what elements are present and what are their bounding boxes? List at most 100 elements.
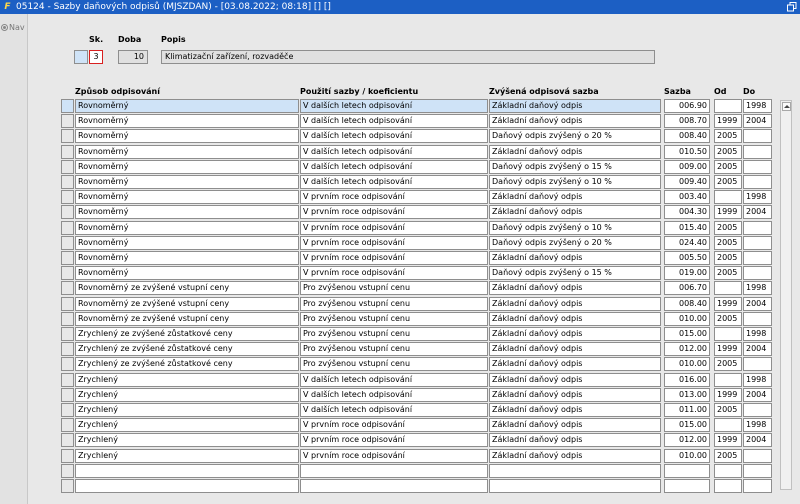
cell-zpusob[interactable]: Zrychlený xyxy=(75,448,299,463)
cell-do[interactable]: 2004 xyxy=(743,205,772,220)
cell-sazba[interactable]: 008.40 xyxy=(664,296,710,311)
cell-sazba[interactable]: 012.00 xyxy=(664,342,710,357)
cell-do[interactable] xyxy=(743,144,772,159)
cell-zpusob[interactable]: Rovnoměrný xyxy=(75,251,299,265)
cell-pouziti[interactable] xyxy=(300,479,488,493)
cell-zvysena[interactable]: Základní daňový odpis xyxy=(489,296,661,311)
row-indicator[interactable] xyxy=(61,463,74,478)
cell-pouziti[interactable] xyxy=(300,463,488,478)
cell-sazba[interactable]: 003.40 xyxy=(664,190,710,205)
cell-do[interactable] xyxy=(743,129,772,144)
cell-od[interactable] xyxy=(714,418,742,433)
cell-do[interactable]: 1998 xyxy=(743,190,772,205)
cell-do[interactable] xyxy=(743,463,772,478)
cell-pouziti[interactable]: Pro zvýšenou vstupní cenu xyxy=(300,357,488,372)
nav-button[interactable]: Nav xyxy=(1,23,25,32)
cell-sazba[interactable]: 015.00 xyxy=(664,327,710,341)
table-row[interactable]: Rovnoměrný ze zvýšené vstupní ceny Pro zv… xyxy=(28,311,778,327)
row-indicator[interactable] xyxy=(61,129,74,144)
cell-od[interactable]: 2005 xyxy=(714,357,742,372)
table-row[interactable]: Zrychlený ze zvýšené zůstatkové ceny Pro … xyxy=(28,357,778,372)
cell-pouziti[interactable]: V dalších letech odpisování xyxy=(300,129,488,144)
cell-zvysena[interactable]: Daňový odpis zvýšený o 15 % xyxy=(489,159,661,174)
table-row[interactable]: Rovnoměrný V dalších letech odpisování Daň… xyxy=(28,159,778,175)
cell-do[interactable] xyxy=(743,251,772,265)
cell-od[interactable]: 2005 xyxy=(714,144,742,159)
cell-zvysena[interactable]: Základní daňový odpis xyxy=(489,190,661,205)
cell-pouziti[interactable]: V prvním roce odpisování xyxy=(300,266,488,281)
table-row[interactable]: Rovnoměrný ze zvýšené vstupní ceny Pro zv… xyxy=(28,281,778,296)
row-indicator[interactable] xyxy=(61,144,74,159)
cell-od[interactable] xyxy=(714,479,742,493)
cell-pouziti[interactable]: V dalších letech odpisování xyxy=(300,144,488,159)
row-indicator[interactable] xyxy=(61,372,74,387)
cell-od[interactable]: 2005 xyxy=(714,175,742,189)
cell-zvysena[interactable]: Základní daňový odpis xyxy=(489,448,661,463)
cell-zvysena[interactable]: Základní daňový odpis xyxy=(489,251,661,265)
row-indicator[interactable] xyxy=(61,159,74,174)
cell-od[interactable]: 1999 xyxy=(714,205,742,220)
row-indicator[interactable] xyxy=(61,342,74,357)
cell-sazba[interactable]: 006.70 xyxy=(664,281,710,296)
cell-zpusob[interactable]: Zrychlený xyxy=(75,372,299,387)
cell-od[interactable] xyxy=(714,327,742,341)
table-row[interactable]: Rovnoměrný V prvním roce odpisování Daňový… xyxy=(28,220,778,236)
cell-pouziti[interactable]: V dalších letech odpisování xyxy=(300,372,488,387)
table-row[interactable]: Rovnoměrný V dalších letech odpisování Zák… xyxy=(28,99,778,114)
cell-do[interactable] xyxy=(743,448,772,463)
cell-zvysena[interactable]: Základní daňový odpis xyxy=(489,144,661,159)
table-row[interactable]: Zrychlený V dalších letech odpisování Zákl… xyxy=(28,387,778,403)
table-row[interactable]: Zrychlený V dalších letech odpisování Zákl… xyxy=(28,403,778,418)
cell-pouziti[interactable]: V dalších letech odpisování xyxy=(300,387,488,402)
row-indicator[interactable] xyxy=(61,281,74,296)
row-indicator[interactable] xyxy=(61,175,74,189)
table-row[interactable]: Rovnoměrný V dalších letech odpisování Daň… xyxy=(28,175,778,190)
cell-sazba[interactable]: 013.00 xyxy=(664,387,710,402)
header-row-indicator[interactable] xyxy=(74,50,88,64)
cell-zvysena[interactable]: Základní daňový odpis xyxy=(489,433,661,448)
cell-sazba[interactable]: 024.40 xyxy=(664,235,710,250)
cell-zvysena[interactable]: Základní daňový odpis xyxy=(489,327,661,341)
cell-zvysena[interactable]: Základní daňový odpis xyxy=(489,281,661,296)
cell-zpusob[interactable] xyxy=(75,463,299,478)
cell-do[interactable]: 2004 xyxy=(743,387,772,402)
cell-do[interactable] xyxy=(743,479,772,493)
cell-zpusob[interactable]: Zrychlený xyxy=(75,387,299,402)
cell-sazba[interactable]: 010.00 xyxy=(664,448,710,463)
cell-do[interactable]: 2004 xyxy=(743,114,772,129)
row-indicator[interactable] xyxy=(61,205,74,220)
cell-sazba[interactable]: 009.00 xyxy=(664,159,710,174)
table-row[interactable]: Zrychlený ze zvýšené zůstatkové ceny Pro … xyxy=(28,342,778,357)
cell-do[interactable] xyxy=(743,175,772,189)
row-indicator[interactable] xyxy=(61,296,74,311)
row-indicator[interactable] xyxy=(61,479,74,493)
cell-do[interactable]: 2004 xyxy=(743,342,772,357)
table-row[interactable]: Zrychlený V prvním roce odpisování Základn… xyxy=(28,433,778,448)
cell-do[interactable]: 1998 xyxy=(743,327,772,341)
table-row[interactable]: Rovnoměrný V prvním roce odpisování Základ… xyxy=(28,205,778,220)
row-indicator[interactable] xyxy=(61,235,74,250)
row-indicator[interactable] xyxy=(61,448,74,463)
cell-do[interactable]: 2004 xyxy=(743,433,772,448)
table-row[interactable]: Rovnoměrný V dalších letech odpisování Zák… xyxy=(28,114,778,129)
cell-sazba[interactable]: 015.00 xyxy=(664,418,710,433)
cell-od[interactable] xyxy=(714,190,742,205)
cell-pouziti[interactable]: V prvním roce odpisování xyxy=(300,190,488,205)
cell-od[interactable]: 2005 xyxy=(714,235,742,250)
cell-zpusob[interactable]: Zrychlený ze zvýšené zůstatkové ceny xyxy=(75,357,299,372)
cell-zpusob[interactable]: Rovnoměrný xyxy=(75,235,299,250)
cell-zpusob[interactable]: Rovnoměrný xyxy=(75,144,299,159)
cell-od[interactable] xyxy=(714,99,742,113)
cell-zvysena[interactable]: Základní daňový odpis xyxy=(489,205,661,220)
cell-sazba[interactable]: 010.00 xyxy=(664,311,710,326)
table-row[interactable]: Zrychlený ze zvýšené zůstatkové ceny Pro … xyxy=(28,327,778,342)
cell-od[interactable]: 2005 xyxy=(714,159,742,174)
cell-do[interactable] xyxy=(743,220,772,235)
cell-sazba[interactable]: 012.00 xyxy=(664,433,710,448)
cell-zvysena[interactable]: Základní daňový odpis xyxy=(489,311,661,326)
cell-pouziti[interactable]: V prvním roce odpisování xyxy=(300,235,488,250)
cell-zpusob[interactable]: Zrychlený xyxy=(75,403,299,417)
cell-od[interactable]: 2005 xyxy=(714,448,742,463)
row-indicator[interactable] xyxy=(61,251,74,265)
cell-sazba[interactable]: 006.90 xyxy=(664,99,710,113)
